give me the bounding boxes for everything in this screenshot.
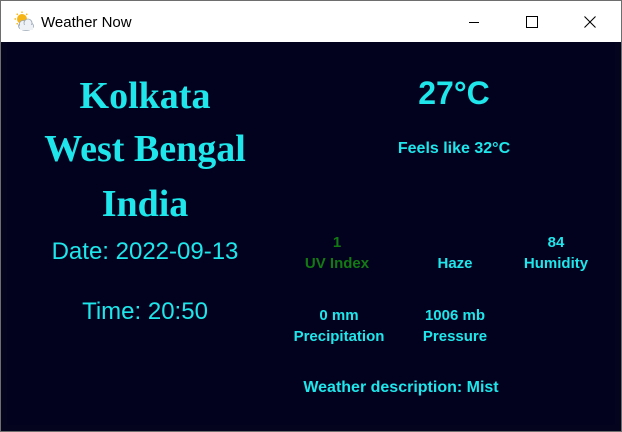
uv-index-value: 1 [332,234,342,251]
temperature-value: 27°C [418,75,490,111]
maximize-button[interactable] [503,1,561,42]
close-icon [584,15,596,28]
close-button[interactable] [561,1,619,42]
weather-panel: Kolkata West Bengal India Date: 2022-09-… [7,42,615,425]
humidity-value: 84 [547,234,565,251]
uv-index-label: UV Index [304,255,370,272]
minimize-icon [469,21,479,23]
feels-like-label: Feels like 32°C [397,140,511,157]
weather-app-window: Weather Now Kolkata West Bengal India Da… [0,0,622,432]
region-label: West Bengal [44,128,246,170]
pressure-value: 1006 mb [424,307,486,324]
maximize-icon [526,15,538,28]
pressure-label: Pressure [422,328,488,345]
precipitation-value: 0 mm [319,307,359,324]
sun-cloud-icon [14,11,34,31]
condition-label: Haze [437,255,473,272]
date-label: Date: 2022-09-13 [51,238,239,265]
city-label: Kolkata [79,75,211,117]
country-label: India [101,183,189,225]
humidity-label: Humidity [523,255,589,272]
weather-description: Weather description: Mist [303,379,499,396]
title-bar[interactable]: Weather Now [1,1,621,42]
precipitation-label: Precipitation [293,328,385,345]
time-label: Time: 20:50 [82,298,208,325]
minimize-button[interactable] [445,1,503,42]
window-title: Weather Now [41,14,132,31]
